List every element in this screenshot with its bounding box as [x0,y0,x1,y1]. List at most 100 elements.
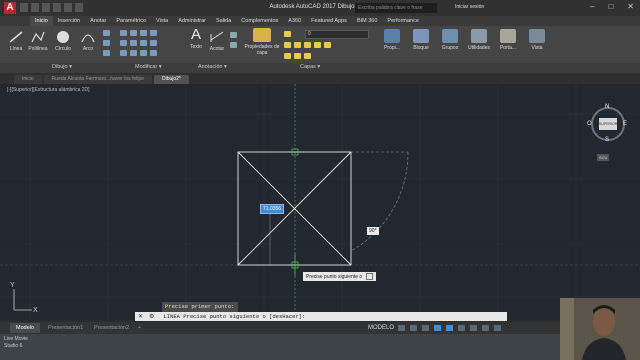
tab-insercion[interactable]: Inserción [53,16,85,26]
tab-administrar[interactable]: Administrar [173,16,211,26]
tab-a360[interactable]: A360 [283,16,306,26]
add-layout-button[interactable]: + [132,323,147,333]
maximize-icon[interactable]: □ [608,2,613,11]
osnap-toggle-icon[interactable] [446,325,453,331]
stretch-icon[interactable] [120,50,127,56]
rotate-icon[interactable] [130,30,137,36]
lineweight-toggle-icon[interactable] [458,325,465,331]
command-text: LINEA Precise punto siguiente o [desHace… [163,313,306,320]
arc-tool-button[interactable]: Arco [78,30,98,52]
layer-off-icon[interactable] [284,53,291,59]
tab-complementos[interactable]: Complementos [236,16,283,26]
tab-vista[interactable]: Vista [151,16,173,26]
layout-tab-presentacion2[interactable]: Presentación2 [88,323,135,333]
line-tool-button[interactable]: Línea [6,30,26,52]
layer-walk-icon[interactable] [294,53,301,59]
annotation-scale-icon[interactable] [470,325,477,331]
utilities-button[interactable]: Utilidades [464,29,494,51]
minimize-icon[interactable]: – [590,2,594,11]
tab-inicio[interactable]: Inicio [30,16,53,26]
tab-parametrico[interactable]: Paramétrico [111,16,151,26]
webcam-person-image [560,298,640,360]
table-icon[interactable] [230,32,237,38]
layer-on-icon[interactable] [284,31,291,37]
layer-properties-button[interactable]: Propiedades de capa [244,28,280,56]
signin-button[interactable]: Iniciar sesión [455,4,484,10]
polar-toggle-icon[interactable] [434,325,441,331]
tab-featured-apps[interactable]: Featured Apps [306,16,352,26]
layer-prev-icon[interactable] [324,42,331,48]
compass-e[interactable]: E [623,121,627,127]
wcs-menu[interactable]: SCU [597,154,610,161]
square-drawing [237,151,352,266]
view-button[interactable]: Vista [525,29,549,51]
circle-tool-button[interactable]: Círculo [52,30,74,52]
fillet-icon[interactable] [140,40,147,46]
text-tool-label: Texto [190,44,202,50]
close-icon[interactable]: ✕ [627,2,634,11]
groups-button[interactable]: Grupos [437,29,463,51]
file-tab-rueda[interactable]: Rueda Alcuota Ferrmaro...haver los felip… [43,75,152,84]
layer-lock-icon[interactable] [294,42,301,48]
search-input[interactable]: Escriba palabra clave o frase [355,3,437,13]
layout-tab-presentacion1[interactable]: Presentación1 [42,323,89,333]
grid-toggle-icon[interactable] [398,325,405,331]
leader-icon[interactable] [230,42,237,48]
array-icon[interactable] [140,50,147,56]
viewcube-face-top[interactable]: SUPERIOR [599,118,617,130]
compass-n[interactable]: N [605,104,609,110]
command-input[interactable]: ✕ ⚙ LINEA Precise punto siguiente o [des… [135,312,507,321]
tab-salida[interactable]: Salida [211,16,236,26]
tab-anotar[interactable]: Anotar [85,16,111,26]
ellipse-icon[interactable] [103,50,110,56]
layer-iso-icon[interactable] [304,42,311,48]
offset-icon[interactable] [150,50,157,56]
compass-s[interactable]: S [605,137,609,143]
dynamic-input-field[interactable]: 71.0356 [260,204,285,214]
layer-freeze-icon[interactable] [284,42,291,48]
panel-anotacion[interactable]: Anotación ▾ [198,64,227,70]
trim-icon[interactable] [140,30,147,36]
text-tool-button[interactable]: A Texto [186,27,206,50]
clipboard-button[interactable]: Porta... [496,29,520,51]
panel-modificar[interactable]: Modificar ▾ [135,64,162,70]
model-space-button[interactable]: MODELO [368,325,394,331]
layer-dropdown[interactable]: 0 [305,30,369,39]
angle-arc [350,151,409,252]
snap-toggle-icon[interactable] [410,325,417,331]
tab-bim360[interactable]: BIM 360 [352,16,382,26]
copy-icon[interactable] [120,40,127,46]
scale-icon[interactable] [130,50,137,56]
block-button[interactable]: Bloque [408,29,434,51]
taskbar-label-1[interactable]: Live Movie [4,336,28,342]
layer-merge-icon[interactable] [304,53,311,59]
polyline-tool-button[interactable]: Polilínea [27,30,49,52]
layout-tab-modelo[interactable]: Modelo [10,323,41,333]
layer-match-icon[interactable] [314,42,321,48]
viewcube[interactable]: SUPERIOR N S E O [587,104,628,144]
erase-icon[interactable] [150,30,157,36]
dimension-tool-button[interactable]: Acotar [207,30,227,52]
explode-icon[interactable] [150,40,157,46]
mirror-icon[interactable] [130,40,137,46]
file-tab-dibujo2[interactable]: Dibujo2* [153,75,189,84]
workspace-icon[interactable] [482,325,489,331]
customize-icon[interactable] [494,325,501,331]
layout-tab-bar: Modelo Presentación1 Presentación2 + MOD… [0,322,640,334]
circle-tool-label: Círculo [55,46,71,52]
tab-performance[interactable]: Performance [382,16,424,26]
hatch-icon[interactable] [103,40,110,46]
panel-dibujo[interactable]: Dibujo ▾ [52,64,72,70]
drawing-canvas[interactable]: [-][Superior][Estructura alámbrica 2D] 7… [0,84,640,320]
move-icon[interactable] [120,30,127,36]
taskbar-label-2[interactable]: Studio 6 [4,343,22,349]
panel-capas[interactable]: Capas ▾ [300,64,320,70]
file-tab-inicio[interactable]: Inicio [14,75,42,84]
compass-w[interactable]: O [587,121,592,127]
settings-command-icon[interactable]: ⚙ [146,313,157,320]
down-arrow-icon[interactable] [366,273,374,280]
ortho-toggle-icon[interactable] [422,325,429,331]
close-command-icon[interactable]: ✕ [135,313,146,320]
rectangle-icon[interactable] [103,30,110,36]
properties-button[interactable]: Propi... [380,29,404,51]
